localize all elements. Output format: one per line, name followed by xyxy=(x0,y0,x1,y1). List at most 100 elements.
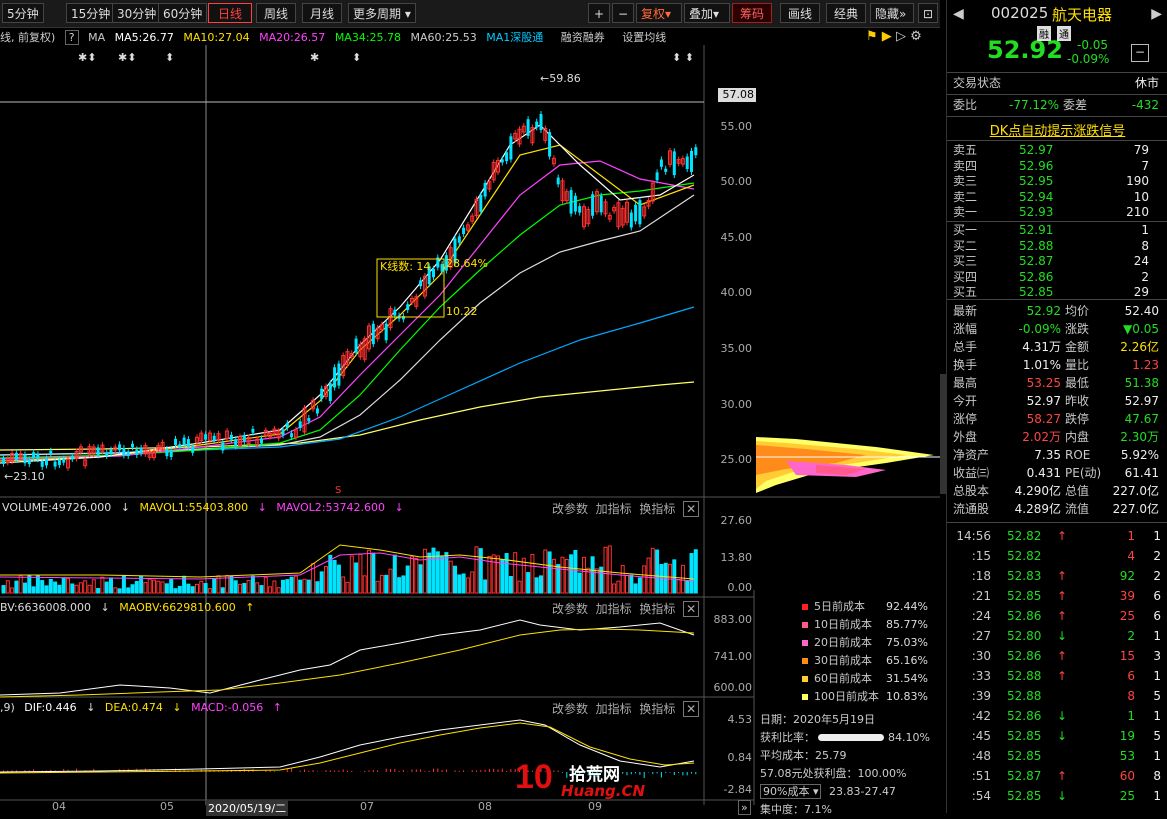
expand-icon[interactable]: ⊡ xyxy=(918,3,938,23)
ask-row[interactable]: 卖五 52.97 79 xyxy=(953,143,1163,158)
cost-range-row: 90%成本 ▾ 23.83-27.47 xyxy=(760,783,940,801)
chart-canvas[interactable]: ✱⬍ ✱⬍ ⬍ ✱ ⬍ ⬍ ⬍ K线数: 14 28.64% 10.22 ←59… xyxy=(0,45,940,805)
candle-body xyxy=(569,190,573,214)
current-price: 52.92 xyxy=(987,36,1063,64)
tick-count: 8 xyxy=(1153,769,1161,783)
period-5min-button[interactable]: 5分钟 xyxy=(2,3,44,23)
bid-row[interactable]: 买三 52.87 24 xyxy=(953,254,1163,269)
set-ma-link[interactable]: 设置均线 xyxy=(622,31,666,44)
cost-pct: 10.83% xyxy=(886,690,928,703)
bid-row[interactable]: 买一 52.91 1 xyxy=(953,223,1163,238)
hide-button[interactable]: 隐藏» xyxy=(870,3,914,23)
close-icon[interactable]: ✕ xyxy=(683,601,700,617)
stat-label: 量比 xyxy=(1065,358,1090,372)
add-indicator-link[interactable]: 加指标 xyxy=(596,502,632,516)
volume-bar xyxy=(444,552,449,594)
change-params-link[interactable]: 改参数 xyxy=(552,702,588,716)
ask-price: 52.94 xyxy=(1019,189,1054,204)
gear-icon[interactable]: ⚙ xyxy=(910,29,922,44)
tick-time: :18 xyxy=(971,569,991,583)
arrow-right-icon[interactable]: ▷ xyxy=(896,29,906,44)
volume-bar xyxy=(672,559,677,594)
candle-body xyxy=(333,367,337,388)
period-60min-button[interactable]: 60分钟 xyxy=(158,3,208,23)
classic-button[interactable]: 经典 xyxy=(826,3,866,23)
dk-signal-link[interactable]: DK点自动提示涨跌信号 xyxy=(947,120,1167,139)
volume-bar xyxy=(259,585,264,594)
volume-bar xyxy=(199,580,204,594)
zoom-out-button[interactable]: − xyxy=(612,3,634,23)
concentration: 集中度：7.1% xyxy=(760,803,832,816)
event-marker: ⬍ ⬍ xyxy=(672,51,694,64)
change-params-link[interactable]: 改参数 xyxy=(552,502,588,516)
event-marker: ✱⬍ xyxy=(118,51,136,64)
event-marker: ⬍ xyxy=(165,51,174,64)
volume-bar xyxy=(91,579,96,594)
ask-row[interactable]: 卖一 52.93 210 xyxy=(953,205,1163,220)
switch-indicator-link[interactable]: 换指标 xyxy=(639,502,675,516)
legend-swatch xyxy=(802,604,808,610)
period-15min-button[interactable]: 15分钟 xyxy=(66,3,116,23)
event-marker: ✱⬍ xyxy=(78,51,96,64)
stat-value: 1.23 xyxy=(1132,358,1159,372)
ask-row[interactable]: 卖二 52.94 10 xyxy=(953,190,1163,205)
play-icon[interactable]: ▶ xyxy=(882,29,892,44)
stat-value: 52.40 xyxy=(1124,304,1159,318)
margin-trading-link[interactable]: 融资融券 xyxy=(561,31,605,44)
volume-bar xyxy=(315,581,320,594)
adjust-button[interactable]: 复权▾ xyxy=(636,3,682,23)
volume-bar xyxy=(349,555,354,594)
minimize-icon[interactable]: − xyxy=(1131,44,1149,62)
bid-row[interactable]: 买五 52.85 29 xyxy=(953,285,1163,300)
bid-row[interactable]: 买二 52.88 8 xyxy=(953,239,1163,254)
next-stock-icon[interactable]: ▶ xyxy=(1151,6,1162,22)
period-monthly-button[interactable]: 月线 xyxy=(302,3,342,23)
prev-stock-icon[interactable]: ◀ xyxy=(953,6,964,22)
volume-bar xyxy=(655,549,660,594)
add-indicator-link[interactable]: 加指标 xyxy=(596,602,632,616)
ma-white-line xyxy=(0,124,695,464)
bid-volume: 2 xyxy=(1141,269,1149,284)
profit-ratio-row: 获利比率： 84.10% xyxy=(760,729,940,747)
ask-row[interactable]: 卖四 52.96 7 xyxy=(953,159,1163,174)
bid-row[interactable]: 买四 52.86 2 xyxy=(953,270,1163,285)
chips-button[interactable]: 筹码 xyxy=(732,3,772,23)
period-30min-button[interactable]: 30分钟 xyxy=(112,3,162,23)
volume-bar xyxy=(70,583,75,594)
tick-count: 1 xyxy=(1153,669,1161,683)
tick-volume: 8 xyxy=(1127,689,1135,703)
period-more-button[interactable]: 更多周期 ▾ xyxy=(348,3,416,23)
add-indicator-link[interactable]: 加指标 xyxy=(596,702,632,716)
tick-count: 2 xyxy=(1153,549,1161,563)
change-params-link[interactable]: 改参数 xyxy=(552,602,588,616)
zoom-in-button[interactable]: + xyxy=(588,3,610,23)
candle-body xyxy=(371,323,375,345)
period-daily-button[interactable]: 日线 xyxy=(208,3,252,23)
volume-bar xyxy=(272,580,277,594)
cost-legend-item: 20日前成本 75.03% xyxy=(802,634,932,652)
stat-row: 最高 53.25 最低 51.38 xyxy=(953,374,1163,392)
candle-body xyxy=(169,450,173,457)
candle-body xyxy=(664,168,668,172)
volume-bar xyxy=(500,559,505,594)
ask-row[interactable]: 卖三 52.95 190 xyxy=(953,174,1163,189)
flag-icon[interactable]: ⚑ xyxy=(866,29,878,44)
volume-bar xyxy=(573,550,578,594)
candle-body xyxy=(131,443,134,448)
period-weekly-button[interactable]: 周线 xyxy=(256,3,296,23)
volume-bar xyxy=(263,577,268,594)
volume-bar xyxy=(371,552,376,594)
cost-percent-select[interactable]: 90%成本 ▾ xyxy=(760,784,822,799)
overlay-button[interactable]: 叠加▾ xyxy=(684,3,730,23)
switch-indicator-link[interactable]: 换指标 xyxy=(639,602,675,616)
profit-ratio-value: 84.10% xyxy=(888,731,930,744)
close-icon[interactable]: ✕ xyxy=(683,501,700,517)
close-icon[interactable]: ✕ xyxy=(683,701,700,717)
bid-price: 52.87 xyxy=(1019,254,1054,268)
switch-indicator-link[interactable]: 换指标 xyxy=(639,702,675,716)
tick-row: 14:56 52.82 ↑ 1 1 xyxy=(951,526,1165,546)
help-icon[interactable]: ? xyxy=(64,30,79,45)
price-tick: 25.00 xyxy=(720,453,753,466)
draw-line-button[interactable]: 画线 xyxy=(780,3,820,23)
weibi-value: -77.12% xyxy=(1009,98,1060,112)
